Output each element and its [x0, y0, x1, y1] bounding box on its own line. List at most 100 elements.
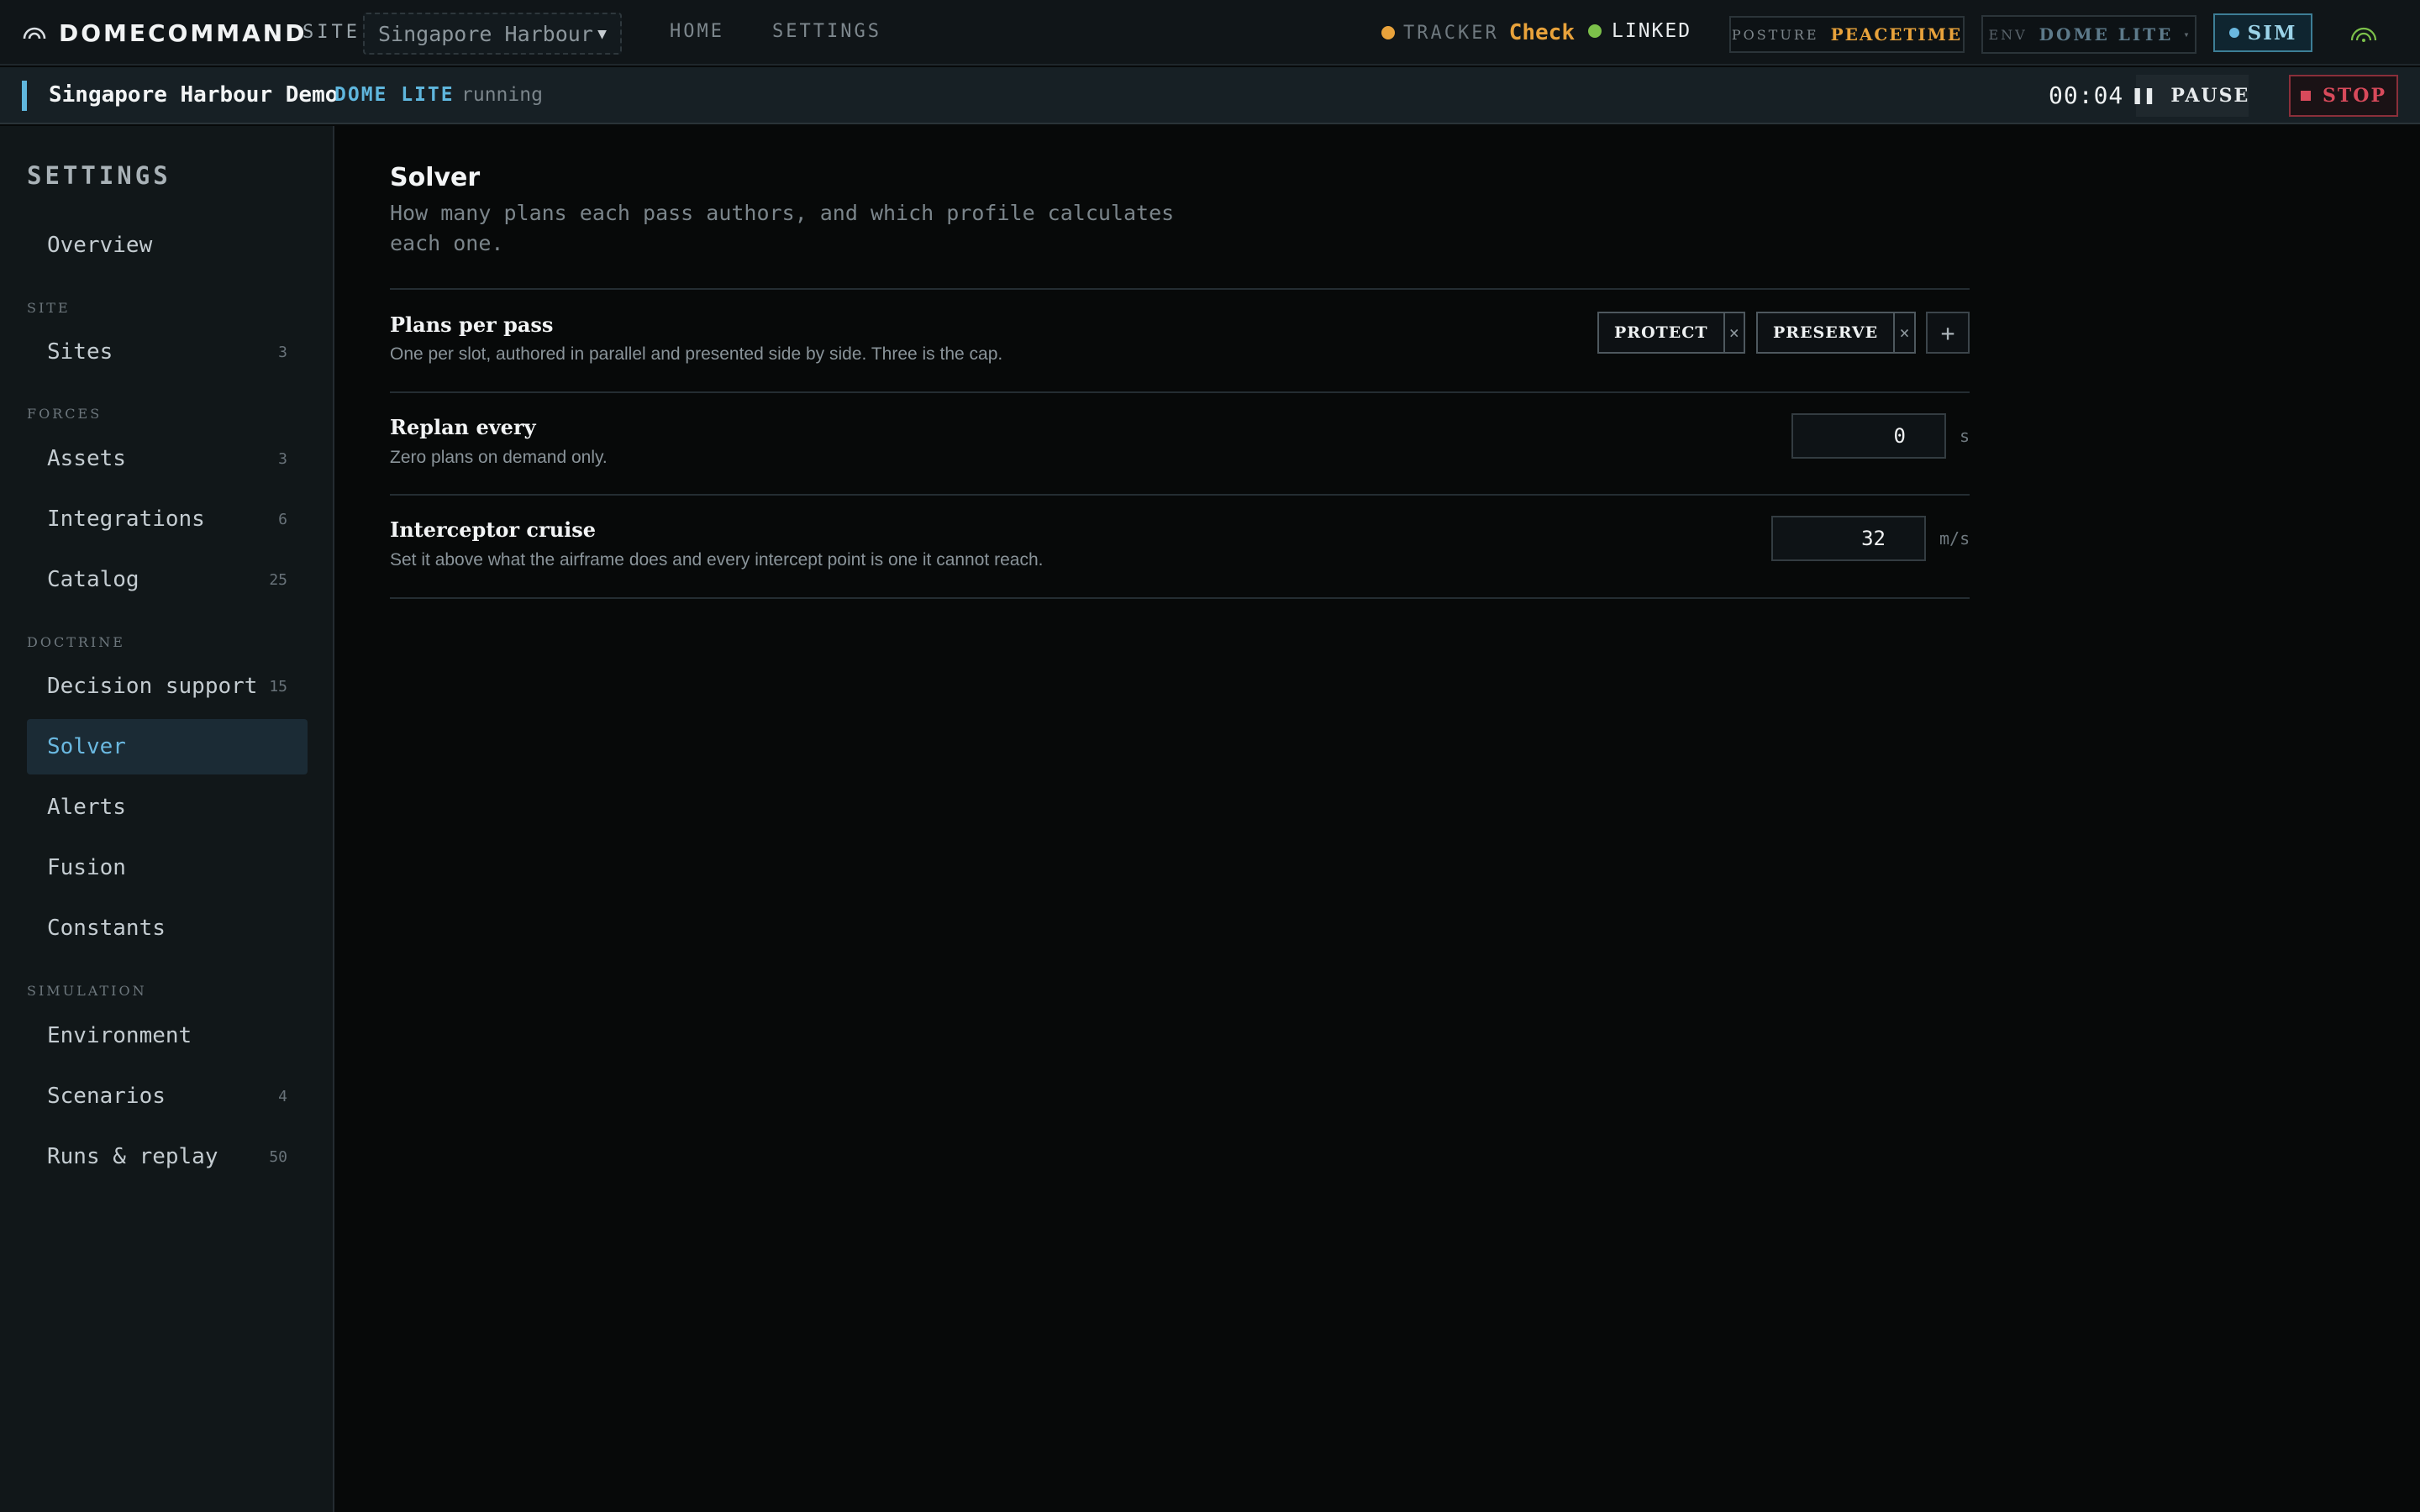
sidebar-item-label: Fusion: [47, 855, 126, 880]
run-timer: 00:04: [2049, 81, 2124, 109]
chevron-down-icon: ▼: [597, 24, 607, 43]
run-name: Singapore Harbour Demo: [49, 82, 339, 108]
sidebar-item-count: 3: [278, 449, 287, 468]
top-bar: DOMECOMMAND SITE Singapore Harbour ▼ HOM…: [0, 0, 2420, 66]
remove-chip-icon[interactable]: ×: [1723, 313, 1744, 352]
posture-label: POSTURE: [1731, 26, 1819, 43]
signal-icon[interactable]: [2349, 22, 2378, 44]
sidebar-item-sites[interactable]: Sites 3: [27, 324, 308, 380]
sidebar-item-catalog[interactable]: Catalog 25: [27, 552, 308, 607]
sidebar-item-label: Assets: [47, 446, 126, 471]
sidebar-item-label: Alerts: [47, 795, 126, 820]
divider: [390, 597, 1970, 599]
brand-name: DOMECOMMAND: [59, 18, 308, 47]
nav-settings[interactable]: SETTINGS: [772, 21, 881, 42]
divider: [390, 494, 1970, 496]
sidebar-item-label: Sites: [47, 339, 113, 365]
sim-label: SIM: [2247, 21, 2297, 45]
add-plan-button[interactable]: +: [1926, 312, 1970, 354]
sidebar-item-scenarios[interactable]: Scenarios 4: [27, 1068, 308, 1124]
run-bar: Singapore Harbour Demo DOME LITE running…: [0, 67, 2420, 124]
sidebar-item-integrations[interactable]: Integrations 6: [27, 491, 308, 547]
page-description: How many plans each pass authors, and wh…: [390, 201, 1175, 255]
env-select[interactable]: ENV DOME LITE ▾: [1981, 15, 2196, 54]
posture-value: PEACETIME: [1830, 24, 1963, 45]
sidebar-item-label: Constants: [47, 916, 166, 941]
plans-per-pass-description: One per slot, authored in parallel and p…: [390, 344, 1003, 364]
site-select[interactable]: Singapore Harbour ▼: [363, 13, 622, 55]
settings-sidebar: SETTINGS Overview SITE Sites 3 FORCES As…: [0, 126, 334, 1512]
sidebar-item-count: 15: [269, 677, 287, 696]
remove-chip-icon[interactable]: ×: [1893, 313, 1914, 352]
sidebar-item-count: 50: [269, 1147, 287, 1166]
link-status-dot-icon: [1588, 24, 1602, 38]
tracker-value: Check: [1508, 20, 1575, 45]
nav-home[interactable]: HOME: [670, 21, 724, 42]
sidebar-item-count: 4: [278, 1087, 287, 1105]
env-label: ENV: [1988, 26, 2028, 43]
sidebar-item-environment[interactable]: Environment: [27, 1008, 308, 1063]
link-status: LINKED: [1588, 20, 1691, 42]
replan-every-title: Replan every: [390, 415, 536, 439]
sidebar-item-label: Scenarios: [47, 1084, 166, 1109]
replan-every-description: Zero plans on demand only.: [390, 448, 608, 467]
interceptor-cruise-description: Set it above what the airframe does and …: [390, 550, 1044, 570]
solver-settings-panel: Solver How many plans each pass authors,…: [336, 126, 2420, 1512]
site-label: SITE: [302, 22, 360, 43]
pause-icon: ▌▌: [2134, 87, 2160, 104]
sidebar-item-runs-replay[interactable]: Runs & replay 50: [27, 1129, 308, 1184]
sidebar-item-label: Environment: [47, 1023, 192, 1048]
plan-chip-label: PROTECT: [1614, 323, 1708, 342]
site-select-value: Singapore Harbour: [378, 21, 593, 46]
plan-chip-preserve: PRESERVE ×: [1756, 312, 1916, 354]
section-label-doctrine: DOCTRINE: [27, 634, 125, 650]
page-title: Solver: [390, 163, 481, 192]
run-accent-bar: [22, 81, 27, 111]
pause-button[interactable]: ▌▌ PAUSE: [2134, 75, 2250, 117]
sidebar-item-count: 3: [278, 343, 287, 361]
dome-logo-icon: [23, 27, 46, 39]
stop-button[interactable]: STOP: [2289, 75, 2398, 117]
sidebar-item-label: Solver: [47, 734, 126, 759]
interceptor-cruise-input[interactable]: [1771, 516, 1926, 561]
sidebar-item-fusion[interactable]: Fusion: [27, 840, 308, 895]
plan-chip-protect: PROTECT ×: [1597, 312, 1745, 354]
sim-dot-icon: [2228, 28, 2239, 38]
plan-chip-label: PRESERVE: [1773, 323, 1879, 342]
sidebar-item-solver[interactable]: Solver: [27, 719, 308, 774]
sidebar-item-overview[interactable]: Overview: [27, 218, 308, 273]
sidebar-item-decision-support[interactable]: Decision support 15: [27, 659, 308, 714]
interceptor-cruise-unit: m/s: [1939, 528, 1970, 549]
sim-toggle[interactable]: SIM: [2213, 13, 2312, 52]
env-value: DOME LITE: [2039, 24, 2174, 45]
chevron-down-icon: ▾: [2183, 29, 2190, 40]
stop-icon: [2301, 91, 2312, 101]
section-label-simulation: SIMULATION: [27, 983, 147, 999]
posture-badge[interactable]: POSTURE PEACETIME: [1729, 16, 1965, 53]
tracker-label: TRACKER: [1403, 22, 1499, 44]
sidebar-item-constants[interactable]: Constants: [27, 900, 308, 956]
replan-every-input[interactable]: [1791, 413, 1946, 459]
sidebar-item-label: Overview: [47, 233, 153, 258]
sidebar-item-assets[interactable]: Assets 3: [27, 431, 308, 486]
sidebar-item-label: Runs & replay: [47, 1144, 218, 1169]
replan-every-unit: s: [1960, 426, 1970, 446]
tracker-status: TRACKER Check: [1381, 20, 1575, 45]
pause-label: PAUSE: [2170, 85, 2250, 107]
section-label-forces: FORCES: [27, 406, 103, 422]
sidebar-item-label: Decision support: [47, 674, 258, 699]
stop-label: STOP: [2323, 85, 2386, 107]
divider: [390, 288, 1970, 290]
section-label-site: SITE: [27, 300, 71, 316]
interceptor-cruise-title: Interceptor cruise: [390, 517, 597, 542]
brand[interactable]: DOMECOMMAND: [20, 0, 307, 66]
link-status-label: LINKED: [1612, 20, 1692, 42]
run-status: running: [461, 84, 543, 106]
sidebar-item-count: 25: [269, 570, 287, 589]
divider: [390, 391, 1970, 393]
sidebar-item-label: Integrations: [47, 507, 205, 532]
run-env-badge: DOME LITE: [334, 84, 455, 106]
sidebar-title: SETTINGS: [27, 161, 171, 190]
sidebar-item-count: 6: [278, 510, 287, 528]
sidebar-item-alerts[interactable]: Alerts: [27, 780, 308, 835]
